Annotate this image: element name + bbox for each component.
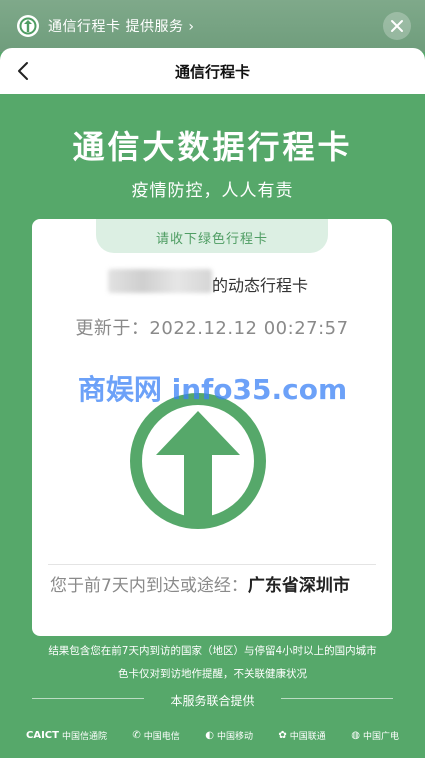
close-button[interactable] — [383, 12, 411, 40]
route-label: 您于前7天内到达或途经： — [50, 576, 248, 596]
green-arrow-up-icon — [130, 393, 266, 529]
page-title: 通信行程卡 — [174, 63, 250, 81]
provider-label: 本服务联合提供 — [170, 694, 255, 708]
hero-title: 通信大数据行程卡 — [72, 128, 353, 166]
status-tab: 请收下绿色行程卡 — [96, 219, 328, 253]
route-value: 广东省深圳市 — [247, 576, 350, 596]
status-tab-label: 请收下绿色行程卡 — [155, 232, 268, 247]
mini-program-bar: 通信行程卡 提供服务 › — [0, 0, 425, 52]
navigation-bar: 通信行程卡 — [0, 48, 425, 94]
updated-time: 更新于：2022.12.12 00:27:57 — [75, 318, 349, 339]
masked-phone-number — [108, 269, 212, 293]
itinerary-logo-icon — [17, 15, 39, 37]
card-owner-suffix: 的动态行程卡 — [212, 276, 309, 295]
provider-logos: CAICT 中国信通院 ✆ 中国电信 ◐ 中国移动 ✿ 中国联通 ◍ 中国广电 — [26, 724, 399, 746]
mini-program-title[interactable]: 通信行程卡 提供服务 › — [48, 16, 195, 36]
hero-subtitle: 疫情防控，人人有责 — [131, 181, 294, 201]
close-icon — [391, 20, 403, 32]
caict-logo: CAICT 中国信通院 — [26, 729, 107, 742]
route-info: 您于前7天内到达或途经：广东省深圳市 — [50, 574, 374, 598]
china-broadnet-logo: ◍ 中国广电 — [351, 729, 399, 742]
color-note: 色卡仅对到访地作提醒，不关联健康状况 — [118, 668, 307, 680]
china-mobile-logo: ◐ 中国移动 — [205, 729, 253, 742]
china-telecom-logo: ✆ 中国电信 — [132, 729, 180, 742]
result-note: 结果包含您在前7天内到访的国家（地区）与停留4小时以上的国内城市 — [48, 645, 377, 657]
itinerary-card: 请收下绿色行程卡 的动态行程卡 更新于：2022.12.12 00:27:57 … — [32, 219, 392, 636]
divider — [48, 564, 376, 565]
china-unicom-logo: ✿ 中国联通 — [278, 729, 326, 742]
watermark: 商娱网 info35.com — [77, 373, 348, 406]
